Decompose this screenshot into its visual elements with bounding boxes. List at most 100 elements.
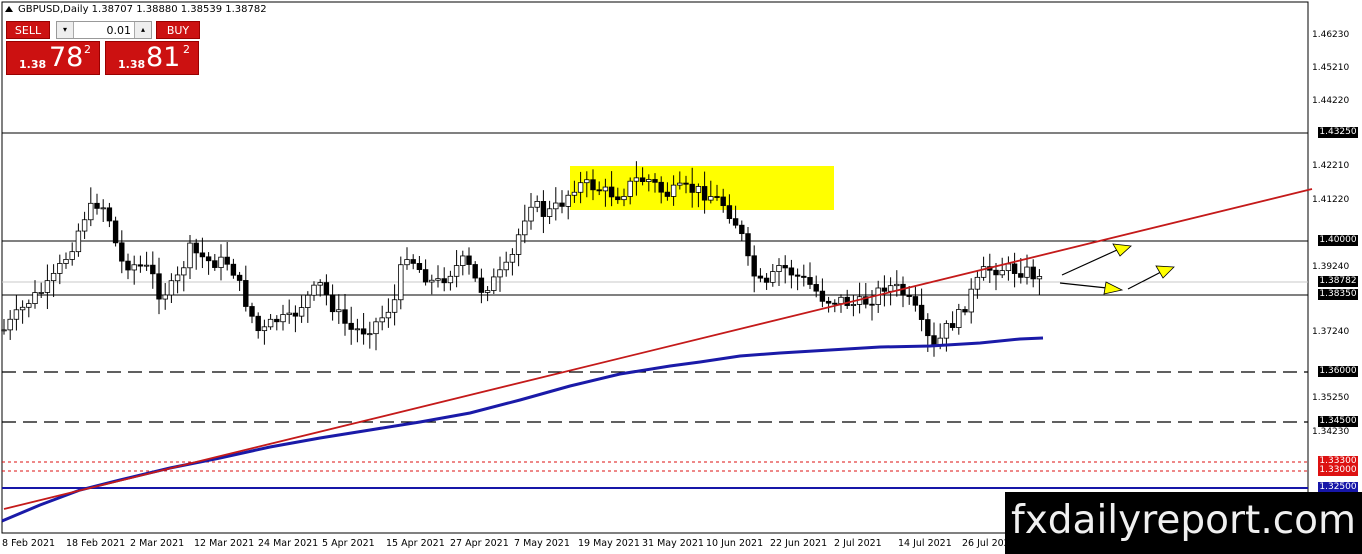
- price-box-1-34500: 1.34500: [1318, 416, 1358, 427]
- candle-body: [708, 196, 714, 201]
- candle-body: [94, 202, 100, 209]
- candle-body: [801, 275, 807, 278]
- candle-body: [894, 283, 900, 287]
- candle-body: [422, 269, 429, 283]
- candle-body: [50, 272, 57, 282]
- chart-frame: [1, 1, 1309, 534]
- candle-body: [44, 280, 51, 293]
- candle-body: [819, 290, 826, 302]
- candle-body: [491, 276, 497, 291]
- buy-price-fraction: 2: [183, 43, 190, 56]
- buy-price-prefix: 1.38: [118, 58, 146, 71]
- arrow-up-2-icon: [1155, 265, 1175, 279]
- time-axis-label: 7 May 2021: [514, 538, 570, 549]
- candle-body: [1030, 266, 1036, 280]
- sell-price-pips: 78: [49, 42, 84, 73]
- sell-price-quote[interactable]: 1.38 78 2: [6, 41, 100, 75]
- watermark-logo: fxdailyreport.com: [1005, 492, 1362, 554]
- candle-body: [317, 282, 323, 286]
- candle-body: [553, 202, 559, 210]
- candle-body: [429, 279, 435, 283]
- candle-body: [311, 284, 317, 296]
- candle-body: [280, 314, 286, 323]
- candle-body: [546, 208, 553, 217]
- candle-body: [745, 233, 751, 257]
- lot-decrease-button[interactable]: ▾: [57, 22, 74, 38]
- price-box-1-33000: 1.33000: [1318, 465, 1358, 476]
- price-box-1-36000: 1.36000: [1318, 366, 1358, 377]
- candle-body: [770, 271, 776, 283]
- candle-body: [441, 278, 447, 284]
- candle-body: [286, 312, 292, 315]
- candle-body: [100, 207, 106, 210]
- candle-body: [869, 303, 875, 306]
- candle-body: [243, 280, 249, 307]
- candle-body: [993, 269, 999, 276]
- candle-body: [732, 218, 739, 226]
- candle-body: [348, 322, 354, 330]
- price-axis-label: 1.37240: [1312, 327, 1350, 337]
- candle-body: [410, 259, 416, 264]
- time-axis-label: 2 Mar 2021: [130, 538, 185, 549]
- candle-body: [522, 220, 528, 236]
- candle-body: [230, 263, 237, 276]
- sell-button[interactable]: SELL: [6, 21, 50, 39]
- candle-body: [602, 186, 609, 192]
- candle-body: [701, 186, 708, 201]
- candle-body: [720, 196, 726, 207]
- candle-body: [751, 255, 757, 277]
- candle-body: [850, 304, 857, 306]
- candle-body: [212, 260, 218, 268]
- candle-body: [7, 318, 13, 331]
- candle-body: [596, 189, 602, 192]
- candle-body: [373, 321, 379, 335]
- arrow-down-1-shaft: [1059, 282, 1108, 289]
- lot-increase-button[interactable]: ▴: [134, 22, 151, 38]
- price-axis-label: 1.35250: [1312, 393, 1350, 403]
- time-axis-label: 14 Jul 2021: [898, 538, 952, 549]
- candle-body: [627, 180, 633, 197]
- time-axis-label: 24 Mar 2021: [258, 538, 319, 549]
- candle-body: [1024, 266, 1030, 278]
- candle-body: [1018, 273, 1024, 278]
- candle-body: [912, 296, 919, 306]
- candle-body: [342, 309, 348, 324]
- buy-button[interactable]: BUY: [156, 21, 200, 39]
- candle-body: [298, 307, 305, 317]
- candle-body: [255, 315, 261, 332]
- candle-body: [404, 259, 410, 266]
- candle-body: [261, 326, 268, 332]
- candle-body: [367, 333, 373, 336]
- price-chart[interactable]: [0, 0, 1362, 554]
- candle-body: [292, 312, 299, 317]
- price-axis-label: 1.42210: [1312, 161, 1350, 171]
- candle-body: [956, 309, 962, 328]
- candle-body: [540, 201, 547, 217]
- candle-body: [584, 179, 590, 184]
- candle-body: [88, 202, 94, 221]
- candle-body: [193, 242, 199, 254]
- ascending-trendline: [3, 188, 1313, 510]
- candle-body: [447, 275, 454, 284]
- candle-body: [968, 288, 974, 313]
- candle-body: [137, 264, 144, 267]
- candle-body: [825, 300, 832, 304]
- price-axis-label: 1.34230: [1312, 427, 1350, 437]
- candle-body: [503, 261, 509, 271]
- time-axis-label: 8 Feb 2021: [2, 538, 56, 549]
- candle-body: [559, 202, 565, 207]
- collapse-arrow-icon[interactable]: [5, 6, 13, 12]
- candle-body: [460, 255, 466, 266]
- lot-size-input[interactable]: [74, 22, 135, 38]
- candle-body: [832, 302, 838, 305]
- projection-arrows: [1059, 243, 1175, 295]
- candle-body: [931, 335, 937, 346]
- candlestick-series: [1, 161, 1043, 357]
- buy-price-quote[interactable]: 1.38 81 2: [105, 41, 199, 75]
- candle-body: [168, 280, 175, 296]
- arrow-up-2-shaft: [1127, 271, 1162, 290]
- candle-body: [249, 306, 255, 317]
- candle-body: [689, 183, 695, 193]
- arrow-down-1-icon: [1103, 281, 1124, 295]
- candle-body: [999, 270, 1005, 276]
